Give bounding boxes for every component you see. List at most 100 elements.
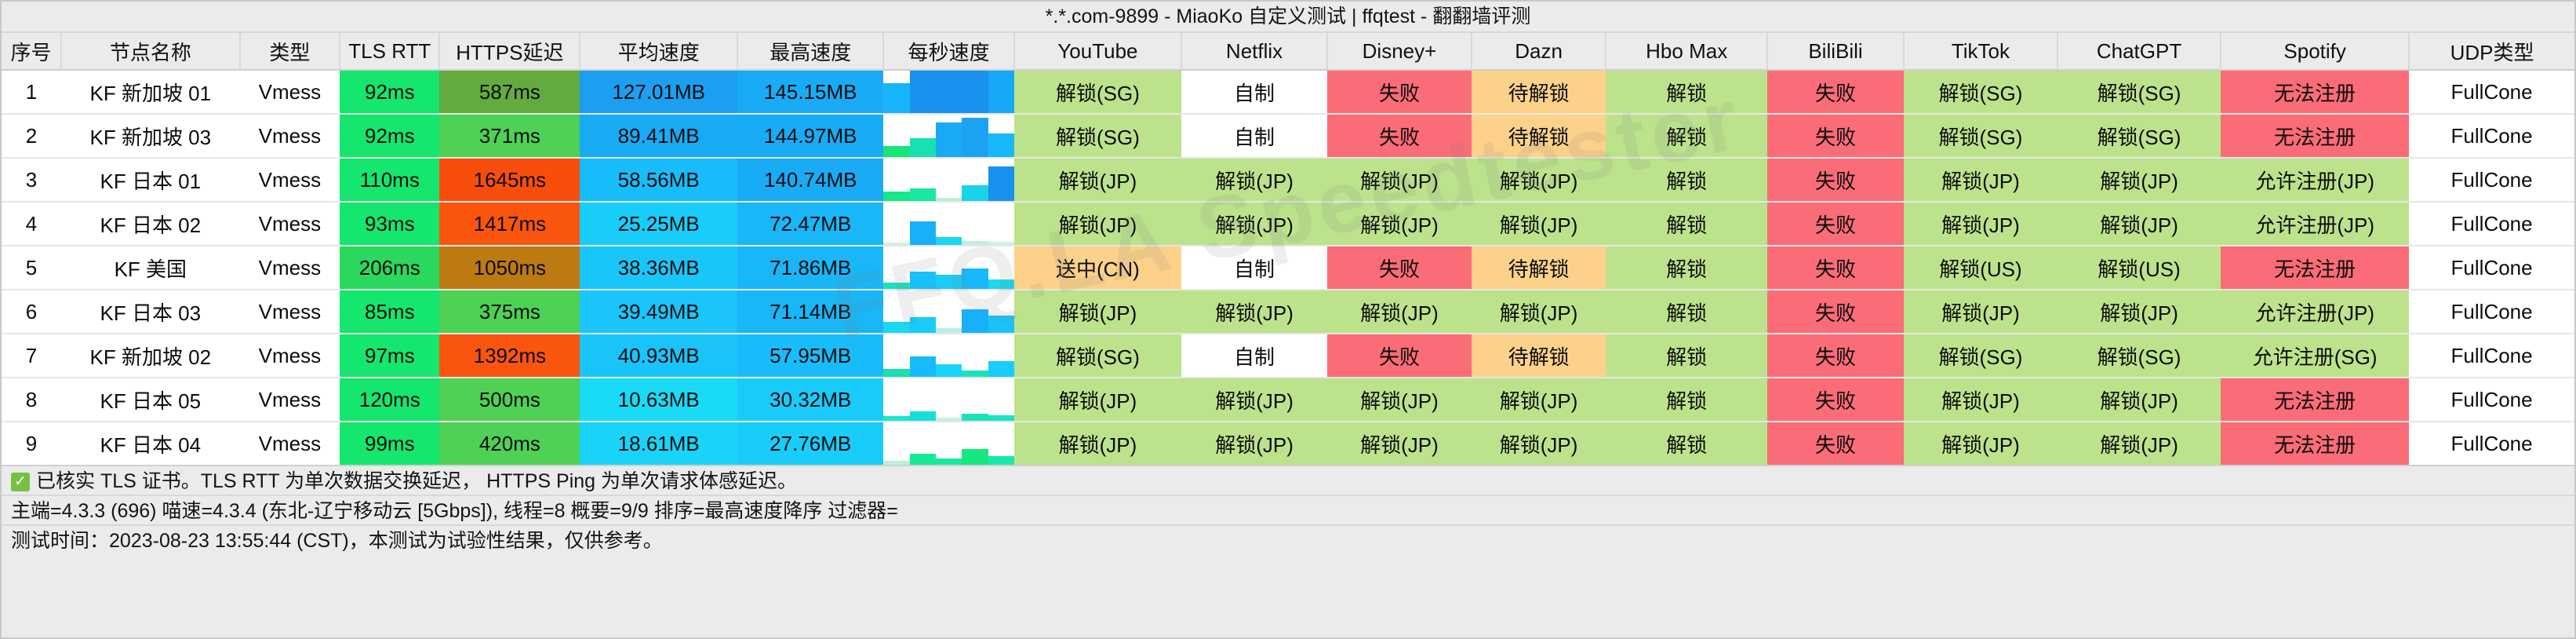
sparkline-bar — [962, 414, 988, 420]
table-row[interactable]: 9 KF 日本 04 Vmess 99ms 420ms 18.61MB 27.76MB 解锁(… — [2, 422, 2574, 465]
sparkline-bar — [909, 138, 936, 156]
cell-tls: 206ms — [340, 246, 440, 290]
table-row[interactable]: 1 KF 新加坡 01 Vmess 92ms 587ms 127.01MB 145.15MB… — [2, 70, 2574, 115]
table-row[interactable]: 8 KF 日本 05 Vmess 120ms 500ms 10.63MB 30.32MB 解锁… — [2, 378, 2574, 422]
cell-youtube: 解锁(SG) — [1013, 334, 1181, 378]
cell-udp: FullCone — [2409, 114, 2574, 159]
per-second-speed-sparkline — [883, 334, 1014, 376]
column-header-https[interactable]: HTTPS延迟 — [439, 31, 581, 71]
sparkline-bar — [883, 416, 910, 420]
table-row[interactable]: 5 KF 美国 Vmess 206ms 1050ms 38.36MB 71.86MB 送中(C… — [2, 246, 2574, 290]
cell-avg: 40.93MB — [580, 334, 738, 378]
cell-avg: 58.56MB — [580, 158, 738, 203]
column-header-tiktok[interactable]: TikTok — [1903, 31, 2058, 71]
cell-tls: 92ms — [340, 114, 440, 159]
cell-dazn: 解锁(JP) — [1471, 158, 1606, 203]
cell-tls: 99ms — [340, 422, 440, 465]
table-row[interactable]: 3 KF 日本 01 Vmess 110ms 1645ms 58.56MB 140.74MB… — [2, 158, 2574, 203]
cell-idx: 1 — [2, 70, 61, 115]
sparkline-bar — [988, 71, 1014, 112]
table-row[interactable]: 6 KF 日本 03 Vmess 85ms 375ms 39.49MB 71.14MB 解锁(… — [2, 290, 2574, 334]
column-header-idx[interactable]: 序号 — [2, 31, 62, 71]
footer-note-version: 主端=4.3.3 (696) 喵速=4.3.4 (东北-辽宁移动云 [5Gbps… — [2, 495, 2574, 524]
cell-youtube: 解锁(JP) — [1013, 422, 1181, 465]
cell-name: KF 日本 04 — [60, 422, 240, 465]
sparkline-bar — [883, 192, 910, 200]
column-header-hbomax[interactable]: Hbo Max — [1606, 31, 1769, 71]
footer-note-1-text: 已核实 TLS 证书。TLS RTT 为单次数据交换延迟， HTTPS Ping… — [36, 470, 797, 492]
table-row[interactable]: 4 KF 日本 02 Vmess 93ms 1417ms 25.25MB 72.47MB 解锁… — [2, 202, 2574, 246]
column-header-bilibili[interactable]: BiliBili — [1767, 31, 1905, 71]
cell-tiktok: 解锁(SG) — [1903, 70, 2058, 115]
column-header-persec[interactable]: 每秒速度 — [883, 31, 1015, 71]
cell-hbomax: 解锁 — [1606, 290, 1768, 334]
table-row[interactable]: 7 KF 新加坡 02 Vmess 97ms 1392ms 40.93MB 57.95MB 解… — [2, 334, 2574, 378]
sparkline-bar — [909, 356, 936, 376]
cell-disney: 失败 — [1327, 246, 1472, 290]
cell-persec — [883, 202, 1014, 246]
sparkline-bar — [909, 221, 936, 244]
cell-youtube: 解锁(JP) — [1013, 202, 1181, 246]
sparkline-bar — [988, 133, 1014, 156]
cell-bilibili: 失败 — [1767, 202, 1904, 246]
cell-dazn: 待解锁 — [1471, 70, 1606, 115]
column-header-max[interactable]: 最高速度 — [737, 31, 885, 71]
cell-tiktok: 解锁(JP) — [1903, 422, 2058, 465]
sparkline-bar — [909, 317, 936, 332]
column-header-udp[interactable]: UDP类型 — [2409, 31, 2574, 71]
cell-max: 30.32MB — [737, 378, 884, 422]
cell-bilibili: 失败 — [1767, 158, 1904, 203]
cell-idx: 7 — [2, 334, 61, 378]
cell-bilibili: 失败 — [1767, 378, 1904, 422]
column-header-spotify[interactable]: Spotify — [2221, 31, 2410, 71]
column-header-dazn[interactable]: Dazn — [1471, 31, 1607, 71]
cell-netflix: 解锁(JP) — [1181, 378, 1328, 422]
cell-max: 57.95MB — [737, 334, 884, 378]
check-icon: ✓ — [11, 473, 30, 491]
table-row[interactable]: 2 KF 新加坡 03 Vmess 92ms 371ms 89.41MB 144.97MB 解… — [2, 114, 2574, 159]
column-header-type[interactable]: 类型 — [239, 31, 341, 71]
cell-persec — [883, 422, 1014, 465]
cell-tiktok: 解锁(US) — [1903, 246, 2058, 290]
column-header-name[interactable]: 节点名称 — [60, 31, 241, 71]
cell-name: KF 日本 02 — [60, 202, 240, 246]
cell-netflix: 解锁(JP) — [1181, 422, 1328, 465]
speedtest-result-window: *.*.com-9899 - MiaoKo 自定义测试 | ffqtest - … — [0, 0, 2576, 639]
cell-chatgpt: 解锁(JP) — [2057, 422, 2221, 465]
cell-spotify: 无法注册 — [2221, 246, 2410, 290]
sparkline-bar — [962, 268, 988, 288]
cell-persec — [883, 246, 1014, 290]
cell-hbomax: 解锁 — [1606, 334, 1768, 378]
column-header-avg[interactable]: 平均速度 — [580, 31, 739, 71]
per-second-speed-sparkline — [883, 203, 1014, 244]
cell-udp: FullCone — [2409, 290, 2574, 334]
cell-spotify: 无法注册 — [2221, 114, 2410, 159]
cell-type: Vmess — [239, 290, 340, 334]
cell-hbomax: 解锁 — [1606, 378, 1768, 422]
sparkline-bar — [909, 188, 936, 200]
cell-name: KF 新加坡 01 — [60, 70, 240, 115]
cell-bilibili: 失败 — [1767, 246, 1904, 290]
column-header-disney[interactable]: Disney+ — [1327, 31, 1472, 71]
column-header-youtube[interactable]: YouTube — [1013, 31, 1182, 71]
cell-tiktok: 解锁(JP) — [1903, 378, 2058, 422]
sparkline-bar — [935, 328, 962, 332]
cell-avg: 10.63MB — [580, 378, 738, 422]
cell-youtube: 解锁(JP) — [1013, 158, 1181, 203]
column-header-tls[interactable]: TLS RTT — [340, 31, 441, 71]
column-header-netflix[interactable]: Netflix — [1181, 31, 1329, 71]
cell-netflix: 解锁(JP) — [1181, 158, 1328, 203]
cell-https: 1645ms — [439, 158, 580, 203]
sparkline-bar — [988, 166, 1014, 200]
cell-https: 1050ms — [439, 246, 580, 290]
cell-type: Vmess — [239, 114, 340, 159]
cell-spotify: 无法注册 — [2221, 70, 2410, 115]
cell-netflix: 解锁(JP) — [1181, 202, 1328, 246]
cell-udp: FullCone — [2409, 378, 2574, 422]
cell-idx: 5 — [2, 246, 61, 290]
sparkline-bar — [962, 118, 988, 156]
per-second-speed-sparkline — [883, 115, 1014, 156]
cell-https: 1417ms — [439, 202, 580, 246]
column-header-chatgpt[interactable]: ChatGPT — [2057, 31, 2222, 71]
cell-bilibili: 失败 — [1767, 114, 1904, 159]
